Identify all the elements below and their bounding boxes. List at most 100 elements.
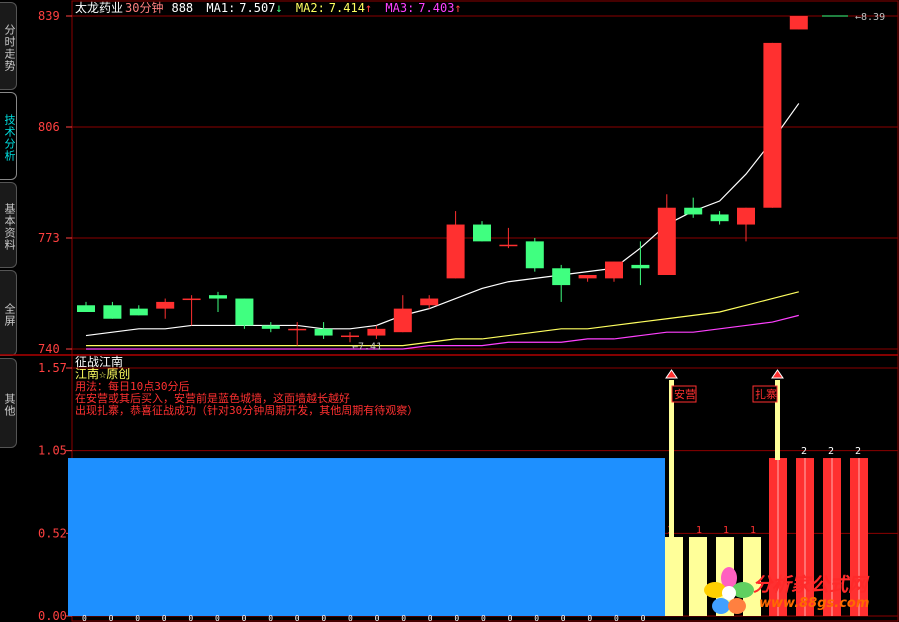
price-tick-label: 806 xyxy=(38,120,60,134)
candle xyxy=(103,301,122,319)
blue-wall-dot: 0 xyxy=(481,614,486,622)
blue-wall-dot: 0 xyxy=(641,614,646,622)
header-line: 太龙药业 30分钟 888 MA1: 7.507↓ MA2: 7.414↑ MA3: 7.… xyxy=(75,0,462,15)
chart-window: 分时走势 技术分析 基本资料 全屏 其他 太龙药业 30分钟 888 MA1: 7.5… xyxy=(0,0,899,622)
watermark: 分析家公式网 www.88gs.com xyxy=(701,566,891,618)
blue-wall-dot: 0 xyxy=(135,614,140,622)
blue-wall-dot: 0 xyxy=(614,614,619,622)
candle xyxy=(209,291,227,312)
candle-body xyxy=(657,207,676,275)
candle-body xyxy=(314,328,333,336)
candle-body xyxy=(341,335,359,338)
candle-body xyxy=(552,268,571,286)
ma3-label: MA3: xyxy=(385,1,414,15)
candle-body xyxy=(473,224,491,242)
blue-wall-dot: 0 xyxy=(162,614,167,622)
candle xyxy=(314,322,333,339)
indicator-axis: 1.57 1.05 0.52 0.00 xyxy=(38,361,72,622)
candle xyxy=(578,275,597,282)
candle-body xyxy=(209,295,227,299)
candle xyxy=(763,42,782,208)
chart-svg: 太龙药业 30分钟 888 MA1: 7.507↓ MA2: 7.414↑ MA3: 7.… xyxy=(0,0,899,622)
ma-lines xyxy=(85,103,800,350)
candle xyxy=(737,207,755,242)
blue-wall-dot: 0 xyxy=(109,614,114,622)
stock-code: 888 xyxy=(171,1,193,15)
watermark-url: www.88gs.com xyxy=(759,596,870,611)
candle-body xyxy=(737,207,755,225)
candle-body xyxy=(684,207,703,215)
zhazhai-label: 扎寨 xyxy=(755,387,777,401)
blue-wall-dot: 0 xyxy=(82,614,87,622)
ma3-arrow: ↑ xyxy=(454,1,461,15)
candle-body xyxy=(261,325,280,329)
usage-line-2: 在安营或其后买入，安营前是蓝色城墙，这面墙越长越好 xyxy=(75,391,350,405)
ma2-label: MA2: xyxy=(296,1,325,15)
candle xyxy=(657,194,676,275)
ma2-value: 7.414 xyxy=(329,1,365,15)
candle xyxy=(156,298,175,319)
blue-wall-dot: 0 xyxy=(508,614,513,622)
candle xyxy=(129,305,148,316)
candle xyxy=(789,16,808,30)
period-label: 30分钟 xyxy=(125,0,163,15)
anying-marker: 安营 xyxy=(665,369,697,538)
candle-body xyxy=(499,244,518,247)
watermark-title: 分析家公式网 xyxy=(753,574,868,596)
pale-bar-label: 1 xyxy=(750,525,756,536)
blue-wall-dot: 0 xyxy=(242,614,247,622)
indicator-tick-label: 0.00 xyxy=(38,609,67,622)
blue-wall-dot: 0 xyxy=(188,614,193,622)
ma1-label: MA1: xyxy=(206,1,235,15)
candle-body xyxy=(288,328,307,331)
blue-wall-dot: 0 xyxy=(321,614,326,622)
candle-body xyxy=(103,305,122,319)
candle xyxy=(261,322,280,333)
candles xyxy=(77,16,808,346)
price-axis: 839 806 773 740 xyxy=(38,9,72,356)
indicator-tick-label: 1.57 xyxy=(38,361,67,375)
candle xyxy=(631,241,650,286)
red-bar-label: 2 xyxy=(801,446,807,457)
candle-body xyxy=(182,298,201,301)
anying-pole xyxy=(669,380,674,538)
candle xyxy=(182,295,201,326)
price-tick-label: 773 xyxy=(38,231,60,245)
candle-body xyxy=(420,298,439,306)
candle xyxy=(605,261,623,282)
blue-wall-dot: 0 xyxy=(454,614,459,622)
candle-body xyxy=(605,261,623,279)
indicator-tick-label: 0.52 xyxy=(38,526,67,540)
price-tick-label: 740 xyxy=(38,342,60,356)
anying-label: 安营 xyxy=(674,387,696,401)
ma1-arrow: ↓ xyxy=(275,1,282,15)
candle xyxy=(235,298,254,329)
blue-wall-dot: 0 xyxy=(534,614,539,622)
indicator-tick-label: 1.05 xyxy=(38,444,67,458)
candle xyxy=(77,301,95,312)
blue-wall-dot: 0 xyxy=(587,614,592,622)
blue-wall-dot: 0 xyxy=(215,614,220,622)
candle-body xyxy=(525,241,544,269)
candle-body xyxy=(129,308,148,316)
candle-body xyxy=(710,214,729,222)
pale-bar-label: 1 xyxy=(723,525,729,536)
anying-arrow-icon xyxy=(665,369,678,379)
ma3-line xyxy=(86,314,799,350)
zhazhai-arrow-icon xyxy=(771,369,784,379)
blue-wall-dot: 0 xyxy=(428,614,433,622)
candle xyxy=(552,264,571,302)
zhazhai-marker: 扎寨 xyxy=(752,369,784,460)
candle-body xyxy=(631,264,650,269)
flower-logo-icon xyxy=(704,567,754,614)
candle xyxy=(525,238,544,272)
candle-body xyxy=(77,305,95,312)
candle xyxy=(446,211,465,279)
blue-wall-dot: 0 xyxy=(268,614,273,622)
candle xyxy=(710,211,729,225)
candle-body xyxy=(235,298,254,326)
price-tick-label: 839 xyxy=(38,9,60,23)
ma2-arrow: ↑ xyxy=(365,1,372,15)
blue-wall-dot: 0 xyxy=(295,614,300,622)
candle-body xyxy=(156,301,175,309)
